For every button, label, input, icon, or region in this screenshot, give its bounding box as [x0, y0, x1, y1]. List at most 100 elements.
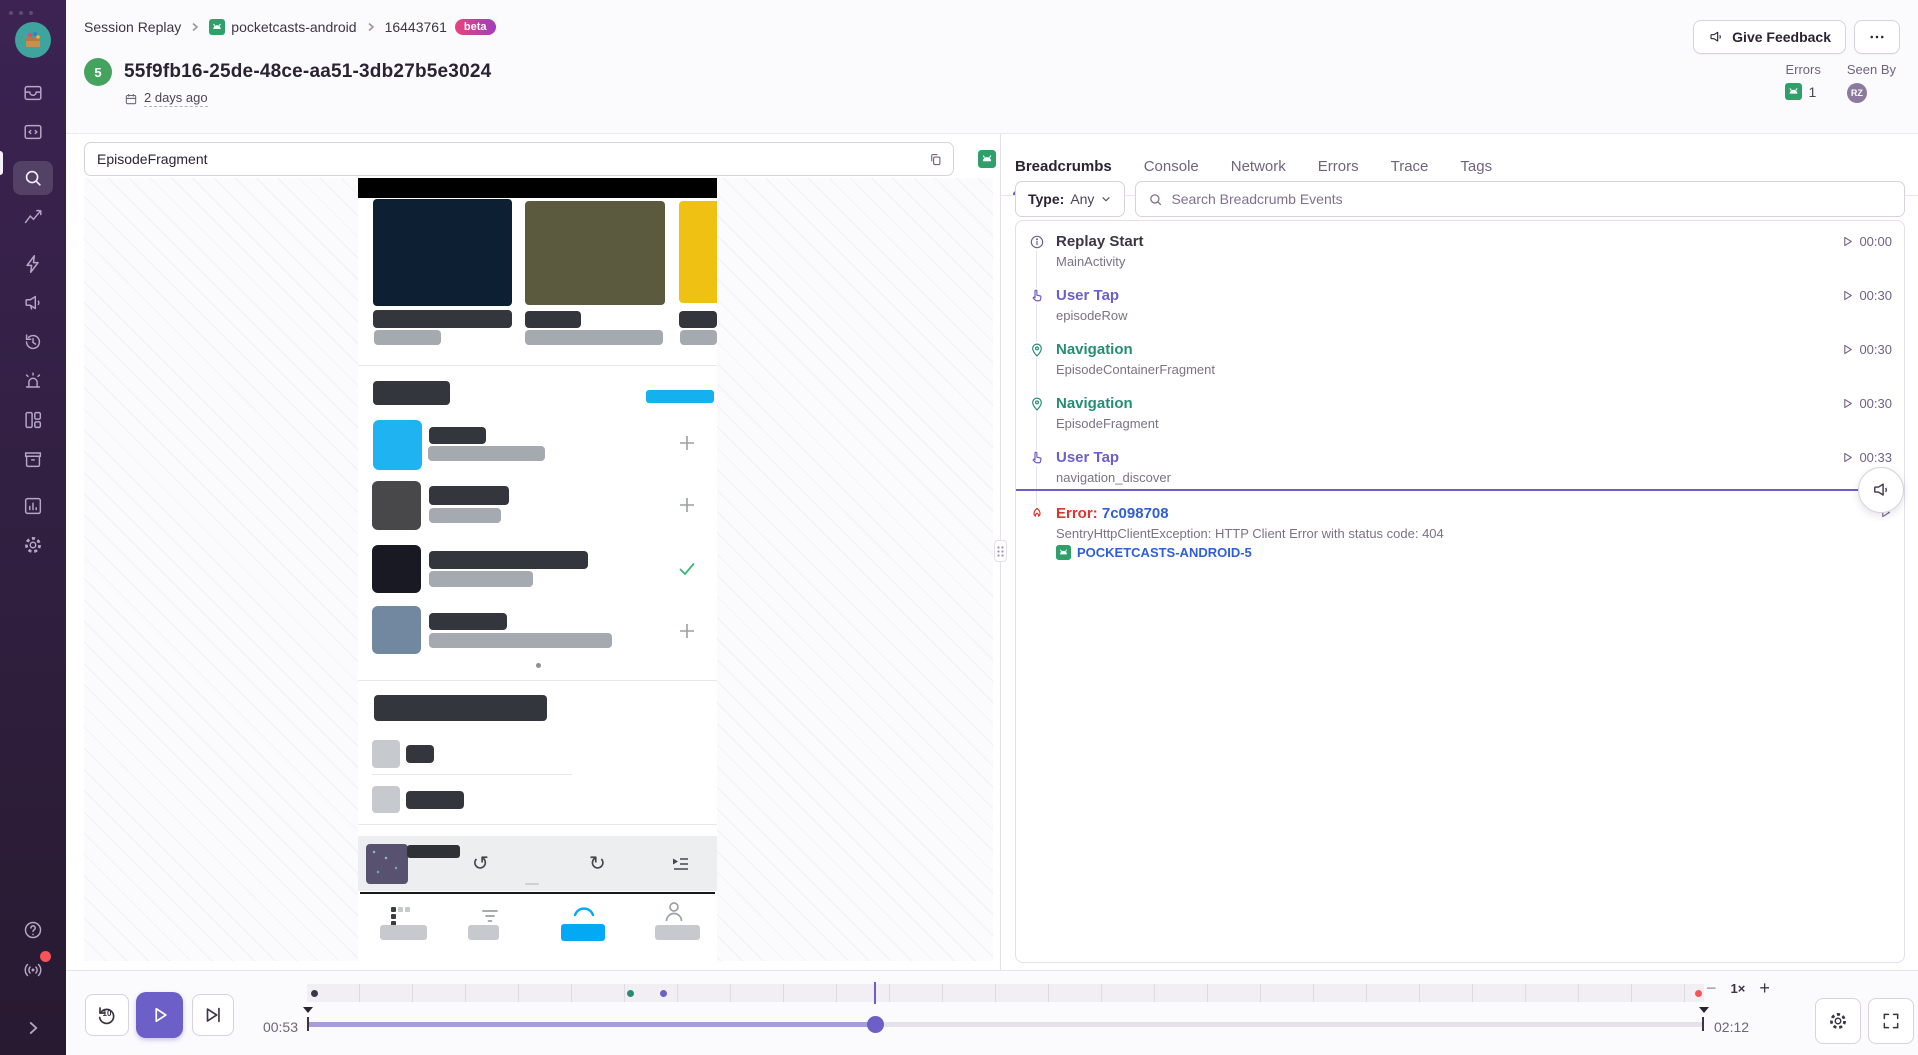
timeline-window-marker-right	[1699, 1007, 1709, 1013]
error-id-link[interactable]: 7c098708	[1102, 505, 1169, 522]
discover-arc-icon	[571, 901, 597, 917]
skeleton-text-bar	[429, 486, 509, 505]
megaphone-icon	[1708, 29, 1724, 45]
inbox-icon	[22, 82, 44, 104]
event-subtitle: EpisodeFragment	[1056, 416, 1159, 431]
sidebar-item-dashboards[interactable]	[13, 200, 53, 234]
fullscreen-button[interactable]	[1868, 998, 1914, 1044]
android-project-icon	[1785, 83, 1802, 100]
skeleton-status-bar	[358, 178, 717, 198]
skeleton-text-bar	[429, 427, 486, 444]
gear-icon	[1827, 1010, 1849, 1032]
jump-to-time-button[interactable]: 00:30	[1841, 342, 1892, 357]
page-title: 55f9fb16-25de-48ce-aa51-3db27b5e3024	[124, 61, 491, 83]
scrubber-end-tick	[1702, 1017, 1704, 1031]
archive-box-icon	[22, 448, 44, 470]
timeline-scrubber[interactable]	[307, 1015, 1704, 1033]
floating-feedback-button[interactable]	[1858, 467, 1904, 513]
org-avatar[interactable]	[15, 22, 51, 58]
breadcrumb-row-replay-start[interactable]: Replay Start MainActivity 00:00	[1016, 233, 1904, 287]
skeleton-text-bar	[407, 845, 460, 858]
replay-user-avatar: 5	[84, 58, 112, 86]
player-controls-bar: 10 00:53 02:12 − 1× +	[66, 970, 1918, 1055]
details-panel: Breadcrumbs Console Network Errors Trace…	[1001, 134, 1918, 970]
location-pin-icon	[1029, 396, 1045, 412]
jump-to-time-button[interactable]: 00:30	[1841, 288, 1892, 303]
dom-search-input[interactable]	[84, 142, 954, 176]
skeleton-mini-player: ↺ ↻	[358, 836, 717, 891]
event-title: Navigation	[1056, 341, 1133, 358]
notification-dot	[40, 951, 51, 962]
zoom-out-button[interactable]: −	[1706, 979, 1717, 997]
skeleton-text-bar	[429, 613, 507, 630]
skip-to-end-button[interactable]	[192, 994, 234, 1036]
zoom-in-button[interactable]: +	[1759, 979, 1770, 997]
play-icon	[150, 1005, 170, 1025]
sidebar-item-issues[interactable]	[13, 76, 53, 110]
sidebar-item-settings[interactable]	[13, 528, 53, 562]
breadcrumb-row-user-tap[interactable]: User Tap navigation_discover 00:33	[1016, 449, 1904, 503]
breadcrumb-row-error[interactable]: Error: 7c098708 SentryHttpClientExceptio…	[1016, 505, 1904, 581]
more-options-button[interactable]	[1854, 20, 1900, 54]
event-title: User Tap	[1056, 449, 1119, 466]
breadcrumb-row-navigation[interactable]: Navigation EpisodeFragment 00:30	[1016, 395, 1904, 449]
sidebar-item-feedback[interactable]	[13, 286, 53, 320]
skeleton-nav-label	[380, 925, 427, 940]
play-button[interactable]	[136, 992, 183, 1038]
lightning-icon	[22, 253, 44, 275]
breadcrumb-row-user-tap[interactable]: User Tap episodeRow 00:30	[1016, 287, 1904, 341]
filter-icon	[480, 907, 500, 925]
sidebar-item-help[interactable]	[13, 913, 53, 947]
up-next-icon	[670, 856, 690, 872]
issue-link[interactable]: POCKETCASTS-ANDROID-5	[1056, 545, 1252, 560]
player-settings-button[interactable]	[1815, 998, 1861, 1044]
event-title: User Tap	[1056, 287, 1119, 304]
broadcast-icon	[22, 959, 44, 981]
sidebar-item-alerts[interactable]	[13, 364, 53, 398]
breadcrumb-session-replay[interactable]: Session Replay	[84, 19, 181, 35]
give-feedback-button[interactable]: Give Feedback	[1693, 20, 1846, 54]
skeleton-nav-label	[468, 925, 499, 940]
minimap-current-position	[874, 982, 876, 1004]
android-project-icon	[209, 19, 225, 35]
replay-video-viewport[interactable]: ↺ ↻	[84, 178, 993, 961]
bar-chart-icon	[22, 495, 44, 517]
clock-history-icon	[22, 331, 44, 353]
rewind-10-button[interactable]: 10	[85, 994, 129, 1036]
breadcrumb-replay-id[interactable]: 16443761	[385, 19, 447, 35]
sidebar-item-whats-new[interactable]	[13, 953, 53, 987]
ellipsis-icon	[1868, 28, 1886, 46]
breadcrumb-row-navigation[interactable]: Navigation EpisodeContainerFragment 00:3…	[1016, 341, 1904, 395]
panel-resize-handle[interactable]	[994, 540, 1007, 562]
sidebar-item-projects[interactable]	[13, 115, 53, 149]
current-time-label: 00:53	[242, 1019, 298, 1035]
type-filter-dropdown[interactable]: Type:Any	[1015, 181, 1125, 217]
errors-summary: Errors 1	[1785, 62, 1820, 103]
seen-by-label: Seen By	[1847, 62, 1896, 77]
sidebar-item-archive[interactable]	[13, 442, 53, 476]
jump-to-time-button[interactable]: 00:00	[1841, 234, 1892, 249]
sidebar-item-stats[interactable]	[13, 489, 53, 523]
skeleton-card	[525, 201, 665, 305]
sidebar-item-explore[interactable]	[13, 161, 53, 195]
replay-phone-screen: ↺ ↻	[358, 178, 717, 961]
skeleton-link-pill	[646, 390, 714, 403]
skeleton-artwork	[372, 481, 421, 530]
breadcrumb: Session Replay pocketcasts-android 16443…	[84, 19, 496, 35]
sidebar-item-boards[interactable]	[13, 403, 53, 437]
jump-to-time-button[interactable]: 00:33	[1841, 450, 1892, 465]
zoom-level-label[interactable]: 1×	[1731, 981, 1746, 996]
timeline-minimap[interactable]	[307, 984, 1704, 1002]
sidebar-item-replays[interactable]	[13, 325, 53, 359]
play-icon	[1841, 343, 1854, 356]
breadcrumb-project[interactable]: pocketcasts-android	[209, 19, 356, 35]
jump-to-time-button[interactable]: 00:30	[1841, 396, 1892, 411]
drag-dash	[525, 883, 539, 885]
skeleton-square	[372, 786, 400, 813]
sidebar-collapse-toggle[interactable]	[13, 1011, 53, 1045]
copy-button[interactable]	[922, 147, 948, 171]
scrubber-handle[interactable]	[867, 1016, 884, 1033]
breadcrumb-search-input[interactable]	[1171, 191, 1892, 207]
info-icon	[1029, 234, 1045, 250]
sidebar-item-performance[interactable]	[13, 247, 53, 281]
